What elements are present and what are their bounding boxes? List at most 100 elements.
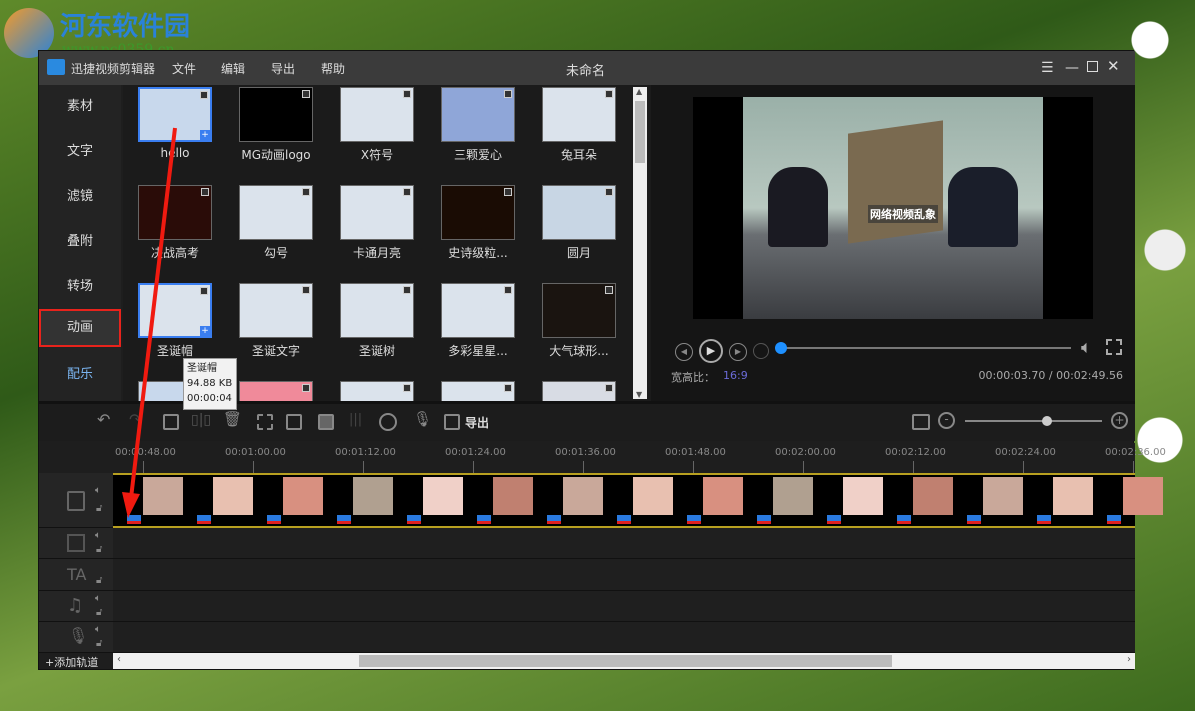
- lock-icon[interactable]: 🔓︎: [96, 638, 102, 649]
- volume-icon[interactable]: 🔈︎: [95, 530, 101, 541]
- animation-item[interactable]: + hello: [138, 87, 212, 160]
- download-icon[interactable]: [605, 384, 613, 392]
- download-icon[interactable]: [201, 188, 209, 196]
- download-icon[interactable]: [605, 286, 613, 294]
- menu-export[interactable]: 导出: [271, 60, 295, 77]
- animation-item[interactable]: 圣诞树: [340, 283, 414, 359]
- export-button[interactable]: 导出: [465, 414, 489, 431]
- lock-icon[interactable]: 🔓︎: [96, 575, 102, 586]
- sidebar-item-overlay[interactable]: 叠附: [39, 222, 121, 262]
- fullscreen-icon[interactable]: [1106, 339, 1122, 355]
- volume-icon[interactable]: 🔈︎: [95, 624, 101, 635]
- hamburger-menu-icon[interactable]: ☰: [1041, 60, 1054, 76]
- download-icon[interactable]: [504, 286, 512, 294]
- timeline-scrollbar[interactable]: ‹ ›: [113, 653, 1135, 669]
- download-icon[interactable]: [605, 90, 613, 98]
- undo-icon[interactable]: ↶: [97, 410, 110, 429]
- menu-file[interactable]: 文件: [172, 60, 196, 77]
- download-icon[interactable]: [605, 188, 613, 196]
- animation-thumbnail[interactable]: [542, 381, 616, 401]
- download-icon[interactable]: [302, 188, 310, 196]
- resize-icon[interactable]: [286, 414, 302, 430]
- animation-item[interactable]: 卡通月亮: [340, 185, 414, 261]
- download-icon[interactable]: [504, 90, 512, 98]
- lock-icon[interactable]: 🔓︎: [96, 503, 102, 514]
- animation-thumbnail[interactable]: +: [138, 87, 212, 142]
- animation-thumbnail[interactable]: [441, 87, 515, 142]
- animation-item[interactable]: [239, 381, 313, 401]
- animation-thumbnail[interactable]: [138, 185, 212, 240]
- edit-icon[interactable]: [163, 414, 179, 430]
- add-icon[interactable]: +: [200, 130, 210, 140]
- animation-thumbnail[interactable]: [542, 283, 616, 338]
- animation-item[interactable]: X符号: [340, 87, 414, 163]
- animation-thumbnail[interactable]: [441, 381, 515, 401]
- download-icon[interactable]: [403, 286, 411, 294]
- delete-icon[interactable]: 🗑︎: [223, 410, 242, 428]
- animation-item[interactable]: 史诗级粒...: [441, 185, 515, 261]
- download-icon[interactable]: [504, 188, 512, 196]
- add-icon[interactable]: +: [200, 326, 210, 336]
- volume-icon[interactable]: 🔈︎: [95, 593, 101, 604]
- download-icon[interactable]: [403, 384, 411, 392]
- scrollbar-thumb[interactable]: [359, 655, 892, 667]
- split-icon[interactable]: ▯|▯: [191, 412, 211, 428]
- sidebar-item-material[interactable]: 素材: [39, 87, 121, 127]
- animation-thumbnail[interactable]: [239, 87, 313, 142]
- animation-thumbnail[interactable]: [542, 185, 616, 240]
- next-frame-button[interactable]: ▶: [729, 343, 747, 361]
- download-icon[interactable]: [200, 91, 208, 99]
- progress-knob[interactable]: [775, 342, 787, 354]
- mosaic-icon[interactable]: [318, 414, 334, 430]
- animation-item[interactable]: 决战高考: [138, 185, 212, 261]
- sidebar-item-text[interactable]: 文字: [39, 132, 121, 172]
- menu-edit[interactable]: 编辑: [221, 60, 245, 77]
- sidebar-item-filter[interactable]: 滤镜: [39, 177, 121, 217]
- progress-slider[interactable]: [775, 342, 1071, 354]
- animation-thumbnail[interactable]: [239, 283, 313, 338]
- animation-thumbnail[interactable]: [441, 283, 515, 338]
- animation-item[interactable]: [542, 381, 616, 401]
- timeline-ruler[interactable]: 00:00:48.00 00:01:00.00 00:01:12.00 00:01:2…: [113, 443, 1166, 473]
- redo-icon[interactable]: ↷: [129, 410, 142, 429]
- animation-thumbnail[interactable]: [340, 87, 414, 142]
- prev-frame-button[interactable]: ◀: [675, 343, 693, 361]
- zoom-slider[interactable]: [965, 416, 1102, 426]
- animation-thumbnail[interactable]: [239, 381, 313, 401]
- stop-button[interactable]: [753, 343, 769, 359]
- maximize-icon[interactable]: [1087, 61, 1098, 72]
- animation-thumbnail[interactable]: [239, 185, 313, 240]
- download-icon[interactable]: [302, 286, 310, 294]
- zoom-out-icon[interactable]: -: [938, 412, 955, 429]
- animation-item[interactable]: 圣诞文字: [239, 283, 313, 359]
- animation-item[interactable]: 大气球形...: [542, 283, 616, 359]
- download-icon[interactable]: [403, 90, 411, 98]
- clock-icon[interactable]: [379, 413, 397, 431]
- video-clip[interactable]: [113, 473, 1163, 528]
- download-icon[interactable]: [302, 90, 310, 98]
- crop-icon[interactable]: [257, 414, 273, 430]
- animation-item[interactable]: 勾号: [239, 185, 313, 261]
- volume-icon[interactable]: 🔈︎: [1081, 337, 1092, 358]
- export-icon[interactable]: [444, 414, 460, 430]
- animation-thumbnail[interactable]: [340, 381, 414, 401]
- minimize-icon[interactable]: —: [1065, 60, 1079, 76]
- add-track-button[interactable]: +添加轨道: [45, 654, 98, 670]
- aspect-ratio-value[interactable]: 16:9: [723, 369, 748, 382]
- zoom-in-icon[interactable]: +: [1111, 412, 1128, 429]
- animation-item[interactable]: MG动画logo: [239, 87, 313, 163]
- animation-thumbnail[interactable]: [340, 283, 414, 338]
- sidebar-item-transition[interactable]: 转场: [39, 267, 121, 307]
- sidebar-item-music[interactable]: 配乐: [39, 355, 121, 395]
- menu-help[interactable]: 帮助: [321, 60, 345, 77]
- close-icon[interactable]: ✕: [1107, 57, 1120, 75]
- freeze-icon[interactable]: |||: [349, 412, 362, 427]
- animation-thumbnail[interactable]: +: [138, 283, 212, 338]
- lock-icon[interactable]: 🔓︎: [96, 544, 102, 555]
- volume-icon[interactable]: 🔈︎: [95, 485, 101, 496]
- fit-timeline-icon[interactable]: [912, 414, 930, 430]
- animation-thumbnail[interactable]: [441, 185, 515, 240]
- animation-item[interactable]: + 圣诞帽: [138, 283, 212, 359]
- lock-icon[interactable]: 🔓︎: [96, 607, 102, 618]
- download-icon[interactable]: [504, 384, 512, 392]
